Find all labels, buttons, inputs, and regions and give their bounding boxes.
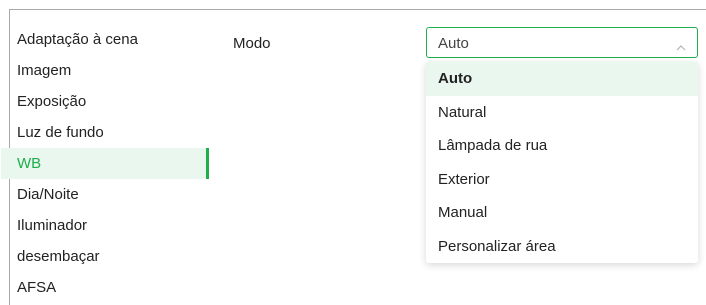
mode-option-outdoor[interactable]: Exterior	[426, 163, 698, 197]
mode-option-street-lamp[interactable]: Lâmpada de rua	[426, 129, 698, 163]
sidebar-nav: Adaptação à cena Imagem Exposição Luz de…	[1, 24, 209, 303]
chevron-up-icon	[676, 38, 686, 56]
sidebar-item-backlight[interactable]: Luz de fundo	[1, 117, 209, 148]
mode-option-custom-area[interactable]: Personalizar área	[426, 230, 698, 264]
mode-select-value: Auto	[438, 35, 469, 52]
sidebar-item-afsa[interactable]: AFSA	[1, 272, 209, 303]
sidebar-item-scene-adaptation[interactable]: Adaptação à cena	[1, 24, 209, 55]
sidebar-item-defog[interactable]: desembaçar	[1, 241, 209, 272]
sidebar-item-image[interactable]: Imagem	[1, 55, 209, 86]
sidebar-item-wb[interactable]: WB	[1, 148, 209, 179]
mode-option-natural[interactable]: Natural	[426, 96, 698, 130]
sidebar-item-day-night[interactable]: Dia/Noite	[1, 179, 209, 210]
mode-label: Modo	[233, 35, 271, 52]
mode-select[interactable]: Auto	[426, 27, 698, 58]
sidebar-item-exposure[interactable]: Exposição	[1, 86, 209, 117]
mode-option-manual[interactable]: Manual	[426, 196, 698, 230]
mode-dropdown-menu: Auto Natural Lâmpada de rua Exterior Man…	[426, 62, 698, 263]
mode-option-auto[interactable]: Auto	[426, 62, 698, 96]
sidebar-item-illuminator[interactable]: Iluminador	[1, 210, 209, 241]
